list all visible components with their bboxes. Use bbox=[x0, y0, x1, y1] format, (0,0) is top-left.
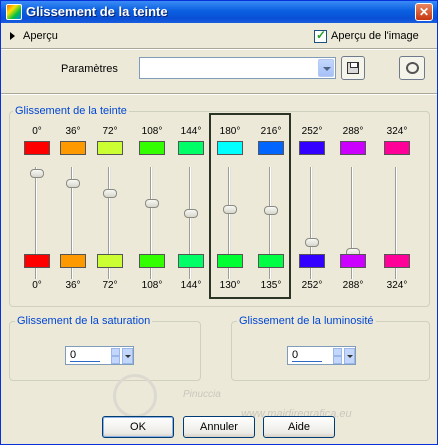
hue-top-label: 288° bbox=[342, 126, 364, 137]
hue-bottom-label: 130° bbox=[219, 280, 241, 291]
hue-slider-thumb[interactable] bbox=[66, 179, 80, 188]
separator bbox=[1, 48, 437, 50]
hue-bottom-label: 72° bbox=[102, 280, 118, 291]
hue-bottom-label: 252° bbox=[301, 280, 323, 291]
hue-slider-thumb[interactable] bbox=[145, 199, 159, 208]
chevron-down-icon[interactable] bbox=[122, 348, 133, 364]
ok-button[interactable]: OK bbox=[102, 416, 174, 438]
hue-shift-dialog: Glissement de la teinte ✕ Aperçu ✓ Aperç… bbox=[0, 0, 438, 445]
luminosity-value[interactable]: 0 bbox=[292, 349, 322, 362]
hue-top-swatch bbox=[139, 141, 165, 155]
close-button[interactable]: ✕ bbox=[415, 3, 433, 21]
hue-slider-thumb[interactable] bbox=[103, 189, 117, 198]
hue-top-label: 180° bbox=[219, 126, 241, 137]
hue-bottom-swatch bbox=[340, 254, 366, 268]
hue-bottom-swatch bbox=[384, 254, 410, 268]
hue-top-swatch bbox=[60, 141, 86, 155]
spin-down-icon[interactable] bbox=[111, 356, 120, 364]
hue-bottom-swatch bbox=[60, 254, 86, 268]
cancel-button[interactable]: Annuler bbox=[183, 416, 255, 438]
parameters-label: Paramètres bbox=[61, 63, 118, 75]
window-title: Glissement de la teinte bbox=[26, 4, 168, 19]
hue-slider-thumb[interactable] bbox=[264, 206, 278, 215]
hue-slider-thumb[interactable] bbox=[305, 238, 319, 247]
image-preview-checkbox[interactable]: ✓ bbox=[314, 28, 327, 43]
help-button[interactable]: Aide bbox=[263, 416, 335, 438]
hue-bottom-label: 36° bbox=[65, 280, 81, 291]
hue-bottom-swatch bbox=[258, 254, 284, 268]
hue-bottom-label: 108° bbox=[141, 280, 163, 291]
hue-bottom-swatch bbox=[24, 254, 50, 268]
spin-up-icon[interactable] bbox=[111, 348, 120, 356]
hue-bottom-swatch bbox=[217, 254, 243, 268]
hue-slider-thumb[interactable] bbox=[184, 209, 198, 218]
saturation-value[interactable]: 0 bbox=[70, 349, 100, 362]
preview-toggle-label[interactable]: Aperçu bbox=[23, 30, 58, 42]
hue-bottom-swatch bbox=[139, 254, 165, 268]
watermark-name: Pinuccia bbox=[183, 389, 221, 400]
hue-slider-thumb[interactable] bbox=[223, 205, 237, 214]
title-bar[interactable]: Glissement de la teinte ✕ bbox=[1, 1, 437, 23]
hue-top-swatch bbox=[340, 141, 366, 155]
chevron-down-icon[interactable] bbox=[344, 348, 355, 364]
spin-down-icon[interactable] bbox=[333, 356, 342, 364]
luminosity-group-label: Glissement de la luminosité bbox=[237, 315, 376, 327]
hue-top-swatch bbox=[97, 141, 123, 155]
hue-bottom-label: 144° bbox=[180, 280, 202, 291]
preview-row: Aperçu ✓ Aperçu de l'image bbox=[1, 27, 437, 47]
hue-top-swatch bbox=[24, 141, 50, 155]
parameters-dropdown[interactable] bbox=[139, 57, 336, 79]
hue-top-label: 0° bbox=[32, 126, 42, 137]
hue-bottom-label: 0° bbox=[32, 280, 42, 291]
hue-bottom-label: 324° bbox=[386, 280, 408, 291]
checkmark-icon: ✓ bbox=[316, 28, 327, 42]
hue-top-label: 144° bbox=[180, 126, 202, 137]
expand-arrow-icon[interactable] bbox=[10, 32, 15, 40]
saturation-group-label: Glissement de la saturation bbox=[15, 315, 153, 327]
save-preset-button[interactable] bbox=[341, 56, 365, 80]
hue-top-swatch bbox=[384, 141, 410, 155]
image-preview-label[interactable]: Aperçu de l'image bbox=[331, 30, 419, 42]
hue-bottom-swatch bbox=[178, 254, 204, 268]
luminosity-spinner[interactable]: 0 bbox=[287, 346, 356, 365]
hue-bottom-label: 288° bbox=[342, 280, 364, 291]
saturation-spinner[interactable]: 0 bbox=[65, 346, 134, 365]
chevron-down-icon[interactable] bbox=[318, 59, 334, 77]
hue-top-label: 108° bbox=[141, 126, 163, 137]
hue-top-swatch bbox=[258, 141, 284, 155]
hue-top-swatch bbox=[217, 141, 243, 155]
hue-bottom-swatch bbox=[299, 254, 325, 268]
hue-slider-thumb[interactable] bbox=[30, 169, 44, 178]
app-icon bbox=[6, 4, 22, 20]
floppy-disk-icon bbox=[347, 62, 359, 74]
hue-top-label: 36° bbox=[65, 126, 81, 137]
reset-settings-button[interactable] bbox=[399, 56, 425, 80]
watermark-logo bbox=[113, 374, 157, 418]
hue-top-label: 72° bbox=[102, 126, 118, 137]
hue-top-swatch bbox=[178, 141, 204, 155]
hue-top-label: 216° bbox=[260, 126, 282, 137]
hue-top-label: 324° bbox=[386, 126, 408, 137]
hue-bottom-label: 135° bbox=[260, 280, 282, 291]
hue-top-swatch bbox=[299, 141, 325, 155]
hue-bottom-swatch bbox=[97, 254, 123, 268]
spin-up-icon[interactable] bbox=[333, 348, 342, 356]
hue-top-label: 252° bbox=[301, 126, 323, 137]
reset-icon bbox=[406, 62, 419, 74]
separator bbox=[1, 93, 437, 95]
hue-group-label: Glissement de la teinte bbox=[13, 105, 129, 117]
